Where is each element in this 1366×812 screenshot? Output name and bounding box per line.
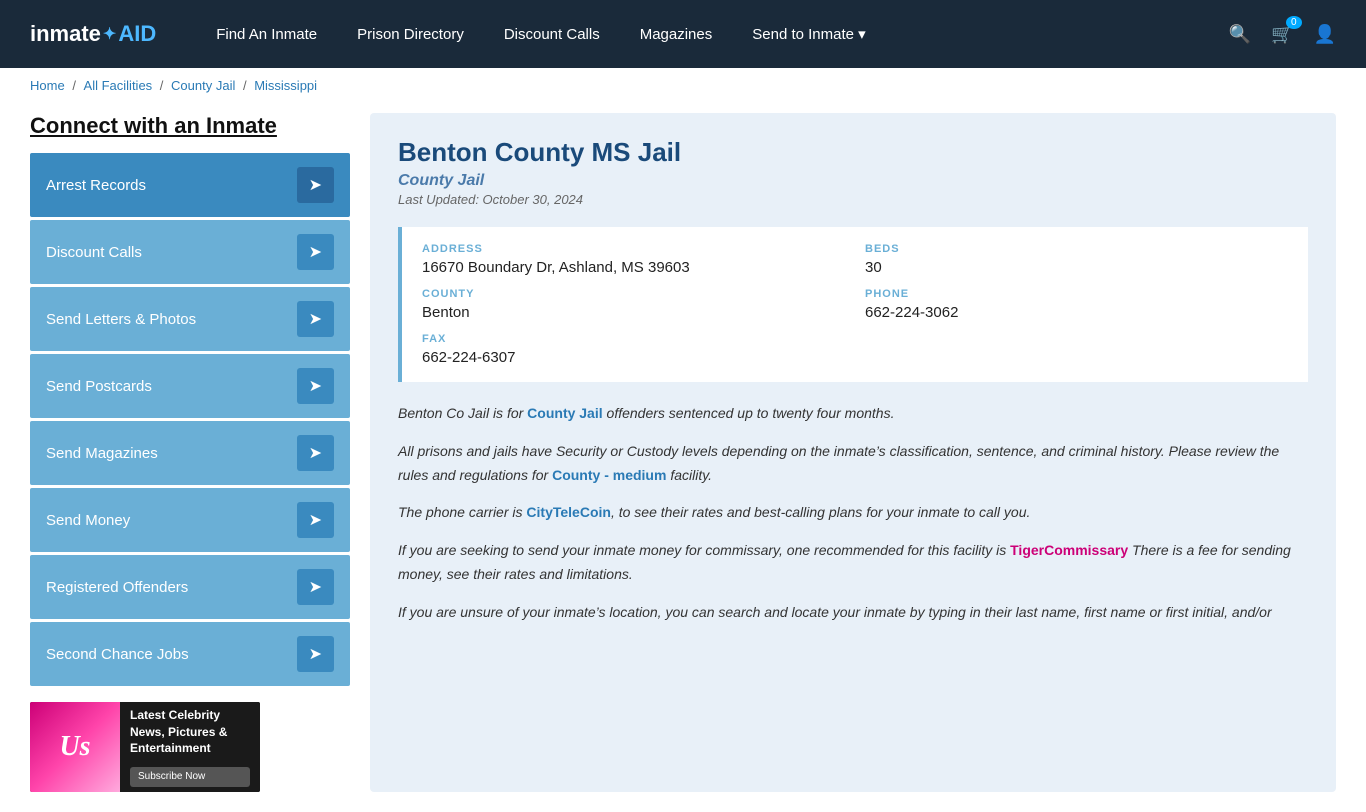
sidebar-arrow-icon: ➤ — [297, 636, 334, 672]
sidebar-item-send-letters[interactable]: Send Letters & Photos ➤ — [30, 287, 350, 351]
county-value: Benton — [422, 304, 845, 321]
cart-icon[interactable]: 🛒 0 — [1271, 24, 1293, 45]
ad-logo: Us — [30, 702, 120, 792]
sidebar-item-discount-calls[interactable]: Discount Calls ➤ — [30, 220, 350, 284]
user-icon[interactable]: 👤 — [1314, 24, 1336, 45]
search-icon[interactable]: 🔍 — [1229, 24, 1251, 45]
sidebar-title: Connect with an Inmate — [30, 113, 350, 139]
sidebar-menu: Arrest Records ➤ Discount Calls ➤ Send L… — [30, 153, 350, 686]
sidebar-arrow-icon: ➤ — [297, 502, 334, 538]
facility-info-grid: ADDRESS 16670 Boundary Dr, Ashland, MS 3… — [398, 227, 1308, 382]
desc-p1-after: offenders sentenced up to twenty four mo… — [603, 405, 895, 421]
desc-paragraph-4: If you are seeking to send your inmate m… — [398, 539, 1308, 587]
sidebar-arrow-icon: ➤ — [297, 301, 334, 337]
facility-content: Benton County MS Jail County Jail Last U… — [370, 113, 1336, 792]
sidebar-arrow-icon: ➤ — [297, 234, 334, 270]
beds-value: 30 — [865, 259, 1288, 276]
sidebar-item-arrest-records[interactable]: Arrest Records ➤ — [30, 153, 350, 217]
fax-value: 662-224-6307 — [422, 349, 1288, 366]
sidebar-item-label: Send Postcards — [46, 378, 152, 395]
sidebar-item-label: Send Money — [46, 512, 130, 529]
sidebar-item-registered-offenders[interactable]: Registered Offenders ➤ — [30, 555, 350, 619]
nav-discount-calls[interactable]: Discount Calls — [504, 26, 600, 43]
citytelecoin-link[interactable]: CityTeleCoin — [526, 504, 611, 520]
sidebar-item-label: Registered Offenders — [46, 579, 188, 596]
nav-magazines[interactable]: Magazines — [640, 26, 713, 43]
logo-icon: ✦ — [103, 24, 116, 44]
ad-banner[interactable]: Us Latest Celebrity News, Pictures & Ent… — [30, 702, 260, 792]
breadcrumb-home[interactable]: Home — [30, 78, 65, 93]
desc-paragraph-1: Benton Co Jail is for County Jail offend… — [398, 402, 1308, 426]
breadcrumb-mississippi[interactable]: Mississippi — [254, 78, 317, 93]
facility-description: Benton Co Jail is for County Jail offend… — [398, 402, 1308, 625]
county-jail-link[interactable]: County Jail — [527, 405, 602, 421]
breadcrumb-sep-2: / — [160, 78, 167, 93]
sidebar-arrow-icon: ➤ — [297, 569, 334, 605]
breadcrumb-county-jail[interactable]: County Jail — [171, 78, 235, 93]
sidebar-item-second-chance-jobs[interactable]: Second Chance Jobs ➤ — [30, 622, 350, 686]
sidebar-item-send-magazines[interactable]: Send Magazines ➤ — [30, 421, 350, 485]
address-cell: ADDRESS 16670 Boundary Dr, Ashland, MS 3… — [422, 243, 845, 276]
desc-paragraph-3: The phone carrier is CityTeleCoin, to se… — [398, 501, 1308, 525]
desc-p3-before: The phone carrier is — [398, 504, 526, 520]
nav-find-inmate[interactable]: Find An Inmate — [216, 26, 317, 43]
ad-title: Latest Celebrity News, Pictures & Entert… — [130, 707, 250, 757]
desc-paragraph-2: All prisons and jails have Security or C… — [398, 440, 1308, 488]
sidebar-item-label: Send Magazines — [46, 445, 158, 462]
facility-updated: Last Updated: October 30, 2024 — [398, 192, 1308, 207]
sidebar-item-label: Arrest Records — [46, 177, 146, 194]
beds-label: BEDS — [865, 243, 1288, 255]
sidebar: Connect with an Inmate Arrest Records ➤ … — [30, 113, 350, 792]
desc-p2-before: All prisons and jails have Security or C… — [398, 443, 1279, 483]
logo[interactable]: inmate ✦ AID — [30, 21, 156, 47]
sidebar-item-label: Second Chance Jobs — [46, 646, 189, 663]
tiger-commissary-link[interactable]: TigerCommissary — [1010, 542, 1128, 558]
facility-title: Benton County MS Jail — [398, 137, 1308, 168]
desc-p1-before: Benton Co Jail is for — [398, 405, 527, 421]
fax-label: FAX — [422, 333, 1288, 345]
main-layout: Connect with an Inmate Arrest Records ➤ … — [0, 103, 1366, 812]
phone-label: PHONE — [865, 288, 1288, 300]
sidebar-arrow-icon: ➤ — [297, 167, 334, 203]
cart-badge: 0 — [1286, 16, 1302, 29]
header-icons: 🔍 🛒 0 👤 — [1229, 24, 1336, 45]
ad-subscribe-button[interactable]: Subscribe Now — [130, 767, 250, 787]
county-cell: COUNTY Benton — [422, 288, 845, 321]
breadcrumb-sep-3: / — [243, 78, 250, 93]
county-medium-link[interactable]: County - medium — [552, 467, 666, 483]
sidebar-item-send-money[interactable]: Send Money ➤ — [30, 488, 350, 552]
ad-text: Latest Celebrity News, Pictures & Entert… — [120, 702, 260, 792]
beds-cell: BEDS 30 — [865, 243, 1288, 276]
sidebar-arrow-icon: ➤ — [297, 435, 334, 471]
logo-part2: AID — [118, 21, 156, 47]
breadcrumb-all-facilities[interactable]: All Facilities — [84, 78, 153, 93]
sidebar-item-label: Discount Calls — [46, 244, 142, 261]
desc-p4-before: If you are seeking to send your inmate m… — [398, 542, 1010, 558]
logo-part1: inmate — [30, 21, 101, 47]
desc-p5-text: If you are unsure of your inmate’s locat… — [398, 604, 1272, 620]
address-value: 16670 Boundary Dr, Ashland, MS 39603 — [422, 259, 845, 276]
breadcrumb-sep-1: / — [72, 78, 79, 93]
desc-p2-after: facility. — [666, 467, 712, 483]
phone-cell: PHONE 662-224-3062 — [865, 288, 1288, 321]
phone-value: 662-224-3062 — [865, 304, 1288, 321]
facility-type: County Jail — [398, 172, 1308, 190]
sidebar-arrow-icon: ➤ — [297, 368, 334, 404]
main-header: inmate ✦ AID Find An Inmate Prison Direc… — [0, 0, 1366, 68]
main-nav: Find An Inmate Prison Directory Discount… — [216, 25, 1229, 43]
nav-send-to-inmate[interactable]: Send to Inmate ▾ — [752, 25, 865, 43]
county-label: COUNTY — [422, 288, 845, 300]
sidebar-item-send-postcards[interactable]: Send Postcards ➤ — [30, 354, 350, 418]
address-label: ADDRESS — [422, 243, 845, 255]
sidebar-item-label: Send Letters & Photos — [46, 311, 196, 328]
fax-cell: FAX 662-224-6307 — [422, 333, 1288, 366]
desc-paragraph-5: If you are unsure of your inmate’s locat… — [398, 601, 1308, 625]
breadcrumb: Home / All Facilities / County Jail / Mi… — [0, 68, 1366, 103]
nav-prison-directory[interactable]: Prison Directory — [357, 26, 464, 43]
desc-p3-after: , to see their rates and best-calling pl… — [611, 504, 1030, 520]
